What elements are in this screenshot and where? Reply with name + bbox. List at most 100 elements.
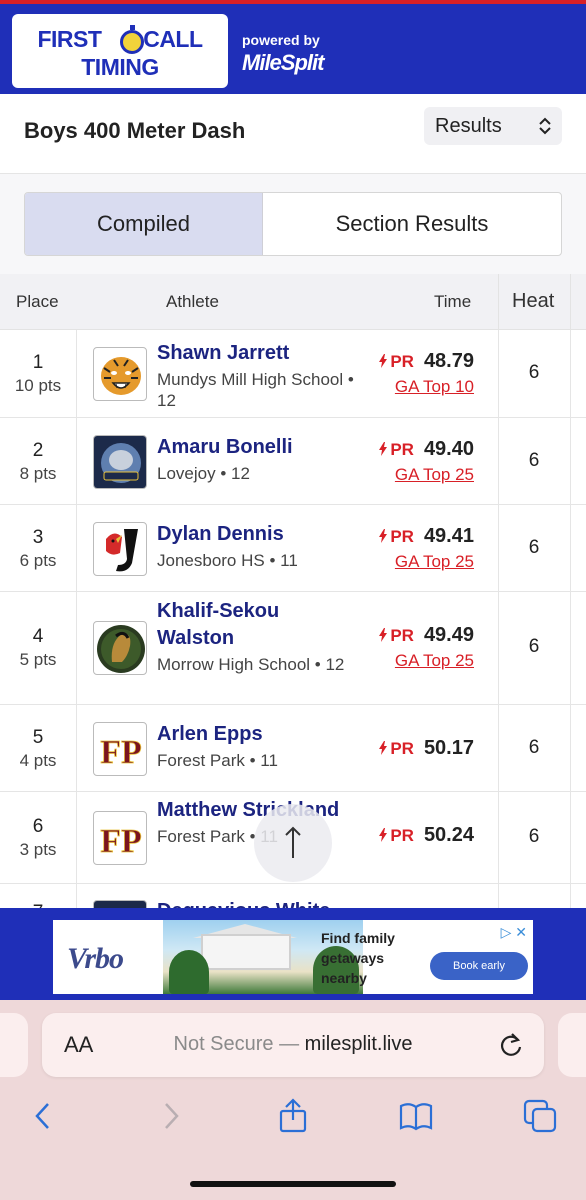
state-rank-link[interactable]: GA Top 25 — [379, 465, 474, 485]
share-icon[interactable] — [275, 1098, 311, 1134]
athlete-school[interactable]: Morrow High School • 12 — [157, 654, 357, 675]
wildcats-logo — [93, 435, 147, 489]
vrbo-ad[interactable]: Vrbo Find family getaways nearby Book ea… — [53, 920, 533, 994]
vrbo-logo: Vrbo — [67, 942, 124, 975]
athlete-name[interactable]: Amaru Bonelli — [157, 434, 357, 461]
header-divider — [570, 274, 571, 330]
result-time: 50.17 — [423, 737, 474, 759]
header-heat[interactable]: Heat — [512, 290, 554, 313]
pr-label: PR — [390, 352, 414, 371]
forward-icon[interactable] — [152, 1098, 188, 1134]
table-row[interactable]: 5 4 pts FP Arlen Epps Forest Park • 11 P… — [0, 705, 586, 792]
chevron-up-down-icon — [539, 117, 551, 135]
athlete-cell: Dylan Dennis Jonesboro HS • 11 — [157, 521, 357, 571]
cell-divider — [570, 330, 571, 417]
athlete-school[interactable]: Mundys Mill High School • 12 — [157, 369, 357, 411]
result-time: 50.24 — [423, 824, 474, 846]
result-time: 49.40 — [423, 438, 474, 460]
time-line: PR 49.49 — [379, 624, 474, 647]
place-number: 2 — [32, 440, 44, 461]
header-divider — [498, 274, 499, 330]
tab-section-results[interactable]: Section Results — [263, 193, 561, 255]
not-secure-label: Not Secure — — [173, 1033, 300, 1055]
heat-number: 6 — [528, 450, 540, 471]
cell-divider — [76, 418, 77, 504]
reload-icon[interactable] — [498, 1031, 524, 1059]
athlete-name[interactable]: Arlen Epps — [157, 721, 357, 748]
state-rank-link[interactable]: GA Top 10 — [379, 377, 474, 397]
pr-badge: PR — [379, 626, 414, 645]
powered-by-label: powered by — [242, 32, 320, 48]
state-rank-link[interactable]: GA Top 25 — [379, 651, 474, 671]
pr-label: PR — [390, 527, 414, 546]
athlete-school[interactable]: Lovejoy • 12 — [157, 463, 357, 484]
address-bar[interactable]: AA Not Secure — milesplit.live — [42, 1013, 544, 1077]
ad-book-early-button[interactable]: Book early — [430, 952, 528, 980]
cell-divider — [76, 330, 77, 417]
results-tabs-container: Compiled Section Results — [0, 174, 586, 274]
athlete-school[interactable]: Forest Park • 11 — [157, 750, 357, 771]
ad-palm-tree — [169, 950, 209, 994]
back-icon[interactable] — [26, 1098, 62, 1134]
first-call-timing-logo[interactable]: FIRST CALL TIMING — [12, 14, 228, 88]
cell-divider — [570, 705, 571, 791]
cell-divider — [76, 705, 77, 791]
table-row[interactable]: 4 5 pts Khalif-Sekou Walston Morrow High… — [0, 592, 586, 705]
cardinal-logo — [93, 522, 147, 576]
pr-label: PR — [390, 739, 414, 758]
athlete-name[interactable]: Dylan Dennis — [157, 521, 357, 548]
athlete-name[interactable]: Matthew Strickland — [157, 797, 357, 824]
result-time: 49.41 — [423, 525, 474, 547]
time-line: PR 49.40 — [379, 438, 474, 461]
heat-number: 6 — [528, 537, 540, 558]
header-athlete[interactable]: Athlete — [166, 292, 219, 312]
table-row[interactable]: 3 6 pts Dylan Dennis Jonesboro HS • 11 P… — [0, 505, 586, 592]
athlete-school[interactable]: Jonesboro HS • 11 — [157, 550, 357, 571]
pr-badge: PR — [379, 826, 414, 845]
athlete-cell: Arlen Epps Forest Park • 11 — [157, 721, 357, 771]
result-time: 49.49 — [423, 624, 474, 646]
table-row[interactable]: 7 Dequavious White — [0, 884, 586, 908]
time-line: PR 50.17 — [379, 737, 474, 760]
athlete-name[interactable]: Dequavious White — [157, 898, 357, 908]
time-cell: PR 50.17 — [379, 737, 474, 760]
place-points: 4 pts — [19, 751, 57, 770]
time-line: PR 50.24 — [379, 824, 474, 847]
bookmarks-icon[interactable] — [398, 1098, 434, 1134]
athlete-cell: Shawn Jarrett Mundys Mill High School • … — [157, 340, 357, 411]
pr-label: PR — [390, 626, 414, 645]
place-cell: 4 5 pts — [0, 626, 76, 670]
table-row[interactable]: 1 10 pts Shawn Jarrett Mundys Mill High … — [0, 330, 586, 418]
header-place[interactable]: Place — [16, 292, 59, 312]
header-time[interactable]: Time — [434, 292, 471, 312]
milesplit-logo[interactable]: MileSplit — [242, 50, 324, 76]
fp-logo-mark: FP — [100, 734, 142, 771]
fp-logo-icon: FP — [100, 823, 142, 861]
results-view-select[interactable]: Results — [424, 107, 562, 145]
cell-divider — [76, 592, 77, 704]
ad-choices-close-icon[interactable]: ▷ ✕ — [501, 924, 527, 941]
pr-badge: PR — [379, 527, 414, 546]
time-cell: PR 49.40 GA Top 25 — [379, 438, 474, 485]
athlete-name[interactable]: Khalif-Sekou Walston — [157, 598, 357, 652]
fp-logo-mark: FP — [100, 823, 142, 860]
next-tab-preview[interactable] — [558, 1013, 586, 1077]
heat-number: 6 — [528, 826, 540, 847]
mustang-logo-icon — [97, 625, 145, 673]
table-row[interactable]: 2 8 pts Amaru Bonelli Lovejoy • 12 PR 49.… — [0, 418, 586, 505]
tab-compiled[interactable]: Compiled — [25, 193, 263, 255]
place-cell: 5 4 pts — [0, 727, 76, 771]
page-title: Boys 400 Meter Dash — [24, 118, 246, 143]
tabs-icon[interactable] — [522, 1098, 558, 1134]
place-points: 6 pts — [19, 551, 57, 570]
scroll-to-top-button[interactable] — [254, 804, 332, 882]
previous-tab-preview[interactable] — [0, 1013, 28, 1077]
place-number: 4 — [32, 626, 44, 647]
url-display[interactable]: Not Secure — milesplit.live — [42, 1033, 544, 1056]
athlete-name[interactable]: Shawn Jarrett — [157, 340, 357, 367]
logo-word-first: FIRST — [37, 26, 102, 52]
ad-headline: Find family getaways nearby — [321, 930, 395, 986]
cell-divider — [570, 592, 571, 704]
state-rank-link[interactable]: GA Top 25 — [379, 552, 474, 572]
lightning-bolt-icon — [379, 442, 388, 456]
